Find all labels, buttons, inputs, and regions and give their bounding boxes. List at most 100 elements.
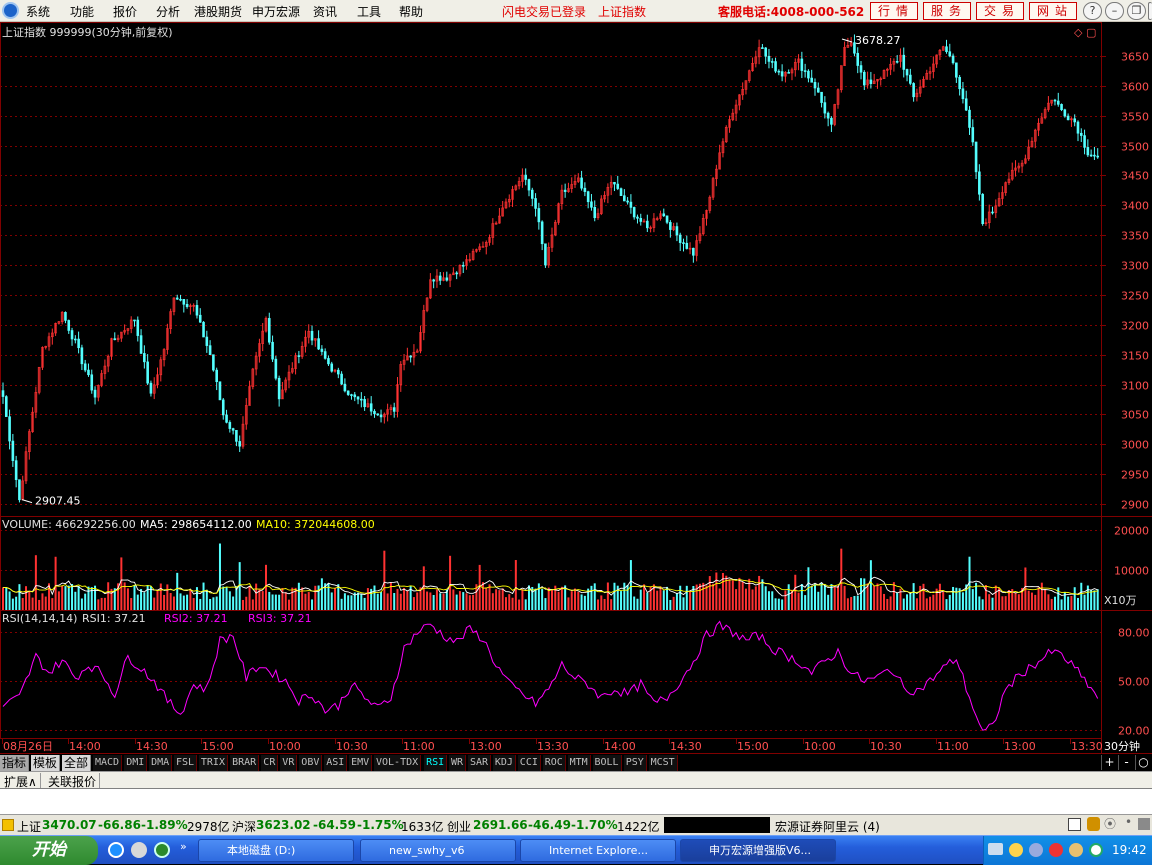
indicator-tab-cr[interactable]: CR <box>261 755 279 771</box>
volume-bar <box>557 591 560 610</box>
indicator-tab-trix[interactable]: TRIX <box>198 755 228 771</box>
tray-icon-4[interactable] <box>1049 843 1063 857</box>
app-logo-icon[interactable] <box>2 2 19 19</box>
network-icon[interactable] <box>988 843 1003 855</box>
volume-bar <box>633 596 636 610</box>
service-button[interactable]: 服务 <box>923 2 971 20</box>
menu-system[interactable]: 系统 <box>26 3 50 20</box>
corner-icon[interactable] <box>1138 818 1150 830</box>
cy-change: -46.49 <box>528 818 571 832</box>
tray-icon-3[interactable] <box>1029 843 1043 857</box>
menu-tools[interactable]: 工具 <box>357 3 381 20</box>
chart-canvas[interactable]: 2900 2950 3000 3050 3100 3150 3200 3250 3300 3350… <box>0 22 1152 756</box>
dot-icon[interactable]: • <box>1125 815 1132 829</box>
menu-hk-futures[interactable]: 港股期货 <box>194 3 242 20</box>
menu-analysis[interactable]: 分析 <box>156 3 180 20</box>
volume-bar <box>948 594 951 610</box>
tray-icon-2[interactable] <box>1009 843 1023 857</box>
minimize-icon[interactable]: – <box>1105 2 1124 20</box>
index-link[interactable]: 上证指数 <box>598 3 646 20</box>
server-name[interactable]: 宏源证券阿里云 (4) <box>775 818 880 835</box>
candle-body <box>323 351 327 359</box>
windows-taskbar: 开始 » 本地磁盘 (D:) new_swhy_v6 Internet Expl… <box>0 835 1152 865</box>
close-icon[interactable] <box>1148 2 1152 20</box>
menu-box-icon[interactable] <box>2 819 14 831</box>
task-ie[interactable]: Internet Explore... <box>520 839 676 862</box>
ie-quicklaunch-icon[interactable] <box>108 842 124 858</box>
rsi1-label: RSI1: 37.21 <box>82 612 146 625</box>
candle-body <box>859 65 863 73</box>
market-button[interactable]: 行情 <box>870 2 918 20</box>
indicator-tab-mcst[interactable]: MCST <box>648 755 678 771</box>
indicator-tab-dmi[interactable]: DMI <box>124 755 148 771</box>
volume-bar <box>577 591 580 610</box>
candle-body <box>968 109 971 128</box>
indicator-tab-wr[interactable]: WR <box>449 755 467 771</box>
candle-body <box>540 221 544 245</box>
menu-quote[interactable]: 报价 <box>113 3 137 20</box>
indicator-tab-vol-tdx[interactable]: VOL-TDX <box>374 755 422 771</box>
indicator-tab-macd[interactable]: MACD <box>93 755 123 771</box>
price-marker-arrow <box>21 499 33 504</box>
tab-template[interactable]: 模板 <box>31 755 61 771</box>
volume-bar <box>1070 596 1073 610</box>
volume-bar <box>856 595 859 610</box>
indicator-tab-mtm[interactable]: MTM <box>567 755 591 771</box>
y-tick-label: 3250 <box>1121 290 1149 303</box>
tab-indicator[interactable]: 指标 <box>0 755 30 771</box>
task-swhy-app[interactable]: 申万宏源增强版V6... <box>680 839 836 862</box>
quicklaunch-overflow-icon[interactable]: » <box>180 840 187 853</box>
indicator-tab-roc[interactable]: ROC <box>542 755 566 771</box>
time-axis-label: 13:30 <box>537 740 569 753</box>
signal-icon[interactable]: ⦿ <box>1104 815 1116 832</box>
explorer-quicklaunch-icon[interactable] <box>131 842 147 858</box>
indicator-tab-rsi[interactable]: RSI <box>424 755 448 771</box>
lock-icon[interactable] <box>1087 817 1100 831</box>
tab-all[interactable]: 全部 <box>62 755 92 771</box>
indicator-tab-psy[interactable]: PSY <box>623 755 647 771</box>
flash-trade-status[interactable]: 闪电交易已登录 <box>502 3 586 20</box>
indicator-tab-kdj[interactable]: KDJ <box>492 755 516 771</box>
add-indicator-button[interactable]: + <box>1101 755 1117 770</box>
indicator-tab-boll[interactable]: BOLL <box>592 755 622 771</box>
indicator-tab-brar[interactable]: BRAR <box>230 755 260 771</box>
app-quicklaunch-icon[interactable] <box>154 842 170 858</box>
volume-bar <box>261 591 264 610</box>
volume-bar <box>544 598 547 610</box>
candle-body <box>356 396 360 400</box>
shield-icon[interactable] <box>1089 843 1103 857</box>
volume-bar <box>205 589 208 610</box>
indicator-circle-button[interactable]: ○ <box>1135 755 1151 770</box>
tray-icon-5[interactable] <box>1069 843 1083 857</box>
menu-help[interactable]: 帮助 <box>399 3 423 20</box>
menu-function[interactable]: 功能 <box>70 3 94 20</box>
indicator-tab-vr[interactable]: VR <box>280 755 298 771</box>
volume-bar <box>21 598 24 610</box>
indicator-tab-asi[interactable]: ASI <box>324 755 348 771</box>
volume-bar <box>718 588 721 610</box>
volume-bar <box>738 577 741 610</box>
indicator-tab-emv[interactable]: EMV <box>349 755 373 771</box>
chart-area[interactable]: 2900 2950 3000 3050 3100 3150 3200 3250 3300 3350… <box>0 22 1152 756</box>
trade-button[interactable]: 交易 <box>976 2 1024 20</box>
indicator-tab-obv[interactable]: OBV <box>299 755 323 771</box>
indicator-tab-fsl[interactable]: FSL <box>174 755 198 771</box>
indicator-tab-sar[interactable]: SAR <box>468 755 492 771</box>
menu-swhy[interactable]: 申万宏源 <box>252 3 300 20</box>
volume-bar <box>84 593 87 610</box>
square-icon: ▢ <box>1086 26 1096 39</box>
task-local-disk[interactable]: 本地磁盘 (D:) <box>198 839 354 862</box>
start-label: 开始 <box>32 840 66 860</box>
volume-bar <box>728 579 731 610</box>
volume-bar <box>767 591 770 610</box>
remove-indicator-button[interactable]: - <box>1118 755 1134 770</box>
window-icon[interactable] <box>1068 818 1081 831</box>
website-button[interactable]: 网站 <box>1029 2 1077 20</box>
indicator-tab-dma[interactable]: DMA <box>149 755 173 771</box>
restore-icon[interactable]: ❐ <box>1127 2 1146 20</box>
task-folder[interactable]: new_swhy_v6 <box>360 839 516 862</box>
help-icon[interactable]: ? <box>1083 2 1102 20</box>
menu-info[interactable]: 资讯 <box>313 3 337 20</box>
indicator-tab-cci[interactable]: CCI <box>517 755 541 771</box>
start-button[interactable]: 开始 <box>0 836 98 865</box>
